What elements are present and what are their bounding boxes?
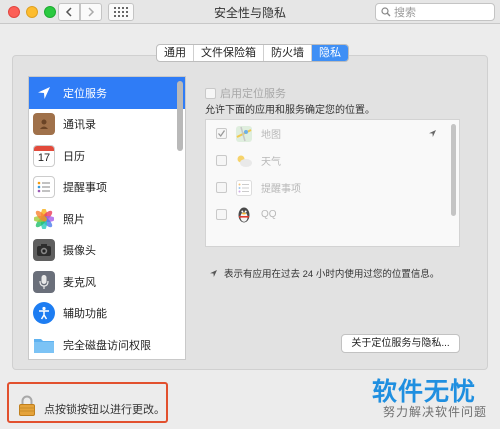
app-row-reminders[interactable]: 提醒事项	[206, 174, 459, 201]
sidebar-item-calendar[interactable]: 17 日历	[29, 140, 185, 172]
sidebar-item-label: 提醒事项	[63, 182, 107, 195]
recent-location-arrow-icon	[429, 130, 436, 137]
accessibility-icon	[33, 302, 55, 325]
calendar-icon: 17	[33, 144, 55, 167]
note-text: 表示有应用在过去 24 小时内使用过您的位置信息。	[224, 269, 440, 280]
sidebar-item-label: 完全磁盘访问权限	[63, 339, 151, 352]
search-icon	[381, 7, 391, 17]
sidebar-item-location-services[interactable]: 定位服务	[29, 77, 185, 109]
sidebar-item-label: 麦克风	[63, 276, 96, 289]
app-name: 天气	[261, 157, 281, 168]
app-row-qq[interactable]: QQ	[206, 201, 459, 228]
tab-privacy[interactable]: 隐私	[312, 45, 348, 61]
recent-use-note: 表示有应用在过去 24 小时内使用过您的位置信息。	[209, 266, 439, 280]
watermark-subtitle: 努力解决软件问题	[383, 405, 488, 419]
lock-icon[interactable]	[18, 395, 36, 420]
sidebar-item-reminders[interactable]: 提醒事项	[29, 172, 185, 204]
qq-penguin-icon	[235, 206, 253, 224]
tab-bar: 通用 文件保险箱 防火墙 隐私	[156, 44, 349, 62]
list-scrollbar[interactable]	[177, 81, 183, 151]
sidebar-item-label: 日历	[63, 150, 85, 163]
watermark-logo: 软件无忧 努力解决软件问题	[372, 372, 496, 424]
lock-hint-text: 点按锁按钮以进行更改。	[44, 404, 165, 416]
weather-icon	[235, 152, 253, 170]
tab-filevault[interactable]: 文件保险箱	[194, 45, 264, 61]
tab-general[interactable]: 通用	[157, 45, 194, 61]
tab-firewall[interactable]: 防火墙	[264, 45, 312, 61]
photos-icon	[33, 208, 55, 230]
maps-icon	[235, 125, 253, 143]
sidebar-item-photos[interactable]: 照片	[29, 203, 185, 235]
checkmark-icon	[218, 130, 226, 138]
camera-icon	[33, 239, 55, 262]
enable-location-checkbox[interactable]	[205, 87, 216, 99]
about-location-privacy-button[interactable]: 关于定位服务与隐私...	[341, 334, 460, 353]
sidebar-item-label: 通讯录	[63, 119, 96, 132]
app-name: QQ	[261, 209, 277, 220]
app-list-scrollbar[interactable]	[451, 124, 456, 216]
location-app-list[interactable]: 地图 天气 提醒事项 QQ	[205, 119, 460, 247]
app-name: 提醒事项	[261, 184, 301, 195]
app-name: 地图	[261, 130, 281, 141]
location-description: 允许下面的应用和服务确定您的位置。	[205, 105, 375, 116]
sidebar-item-contacts[interactable]: 通讯录	[29, 109, 185, 141]
sidebar-item-label: 辅助功能	[63, 308, 107, 321]
app-checkbox[interactable]	[216, 155, 227, 166]
sidebar-item-microphone[interactable]: 麦克风	[29, 266, 185, 298]
title-bar: 安全性与隐私 搜索	[0, 0, 500, 24]
calendar-day: 17	[37, 151, 51, 164]
privacy-category-list[interactable]: 定位服务 通讯录 17 日历 提醒事项 照片 摄像头 麦克风 辅助功能 完全磁盘…	[28, 76, 186, 360]
reminders-icon	[235, 179, 253, 197]
sidebar-item-label: 照片	[63, 213, 85, 226]
sidebar-item-accessibility[interactable]: 辅助功能	[29, 298, 185, 330]
folder-icon	[33, 334, 55, 356]
microphone-icon	[33, 270, 55, 293]
app-checkbox[interactable]	[216, 128, 227, 139]
app-checkbox[interactable]	[216, 209, 227, 220]
enable-location-row[interactable]: 启用定位服务	[205, 85, 286, 101]
app-row-weather[interactable]: 天气	[206, 147, 459, 174]
sidebar-item-full-disk-access[interactable]: 完全磁盘访问权限	[29, 329, 185, 359]
location-arrow-icon	[210, 269, 217, 277]
sidebar-item-label: 定位服务	[63, 87, 107, 100]
sidebar-item-label: 摄像头	[63, 245, 96, 258]
app-checkbox[interactable]	[216, 182, 227, 193]
reminders-icon	[33, 176, 55, 199]
contacts-book-icon	[33, 113, 55, 136]
search-placeholder: 搜索	[394, 7, 416, 19]
sidebar-item-camera[interactable]: 摄像头	[29, 235, 185, 267]
location-arrow-icon	[33, 82, 55, 104]
search-field[interactable]: 搜索	[375, 3, 495, 21]
app-row-maps[interactable]: 地图	[206, 120, 459, 147]
enable-location-label: 启用定位服务	[220, 88, 286, 100]
